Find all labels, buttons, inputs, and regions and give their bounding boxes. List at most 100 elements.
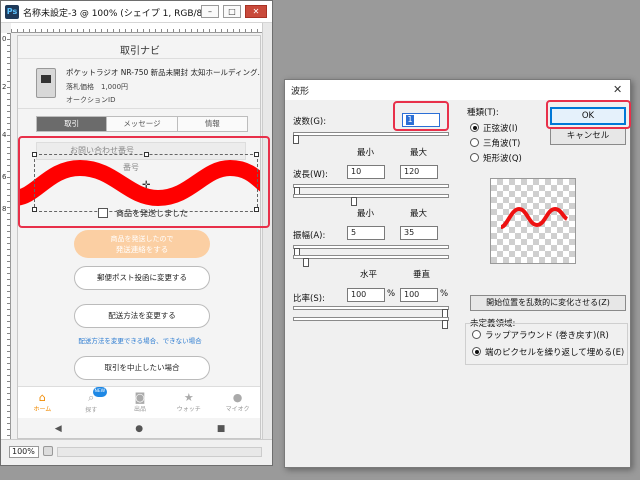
- type-triangle-radio[interactable]: [470, 138, 479, 147]
- new-badge: NEW: [92, 387, 107, 397]
- divider: [18, 58, 260, 59]
- type-label: 種類(T):: [467, 108, 499, 118]
- generators-slider[interactable]: [293, 132, 449, 136]
- zoom-level-field[interactable]: 100%: [9, 446, 39, 458]
- maximize-icon[interactable]: □: [223, 5, 241, 18]
- percent-unit: %: [387, 289, 396, 299]
- shipping-help-link[interactable]: 配送方法を変更できる場合、できない場合: [18, 335, 260, 345]
- wave-dialog: 波形 ✕ 波数(G): 1 最小 最大 波長(W): 10 120 最小 最大 …: [284, 79, 631, 468]
- bottom-tabbar: ⌂ ホーム NEW ⌕ 探す ◙ 出品 ★ ウォッチ ● マイオク: [18, 386, 260, 418]
- amplitude-max-slider[interactable]: [293, 255, 449, 259]
- camera-icon: ◙: [134, 391, 146, 404]
- person-icon: ●: [232, 391, 243, 404]
- type-square-label: 矩形波(Q): [483, 154, 522, 164]
- repeat-edge-radio[interactable]: [472, 347, 481, 356]
- scale-vertical-thumb[interactable]: [442, 320, 448, 329]
- tabbar-label: ホーム: [33, 406, 52, 413]
- star-icon: ★: [183, 391, 194, 404]
- photoshop-icon: Ps: [5, 5, 19, 19]
- page-title: 取引ナビ: [120, 46, 160, 57]
- shipping-notice-button[interactable]: 商品を発送したので 発送連絡をする: [74, 230, 210, 258]
- notice-button-line1: 商品を発送したので: [110, 235, 174, 243]
- wavelength-label: 波長(W):: [293, 170, 328, 180]
- document-titlebar[interactable]: Ps 名称未設定-3 @ 100% (シェイプ 1, RGB/8) – □ ✕: [1, 1, 272, 23]
- scale-horizontal-slider[interactable]: [293, 306, 449, 310]
- wrap-around-radio[interactable]: [472, 330, 481, 339]
- recent-apps-icon[interactable]: ■: [217, 424, 226, 434]
- tabbar-label: 出品: [133, 406, 146, 413]
- divider: [18, 108, 260, 109]
- scale-horizontal-input[interactable]: 100: [347, 288, 385, 302]
- randomize-button[interactable]: 開始位置を乱数的に変化させる(Z): [470, 295, 626, 311]
- percent-unit: %: [440, 289, 449, 299]
- wavelength-max-slider[interactable]: [293, 194, 449, 198]
- doc-info-icon[interactable]: [43, 446, 53, 456]
- type-sine-label: 正弦波(I): [483, 124, 518, 134]
- ruler-number: 2: [2, 83, 7, 91]
- amplitude-min-slider[interactable]: [293, 245, 449, 249]
- document-window: Ps 名称未設定-3 @ 100% (シェイプ 1, RGB/8) – □ ✕ …: [0, 0, 273, 466]
- document-canvas[interactable]: 取引ナビ ポケットラジオ NR-750 新品未開封 太知ホールディング... 落…: [17, 35, 261, 439]
- amplitude-min-input[interactable]: 5: [347, 226, 385, 240]
- amplitude-label: 振幅(A):: [293, 231, 326, 241]
- preview-wave: [500, 206, 569, 229]
- dialog-title: 波形: [291, 87, 310, 97]
- amplitude-max-input[interactable]: 35: [400, 226, 438, 240]
- tabbar-item-home[interactable]: ⌂ ホーム: [18, 387, 67, 418]
- highlight-wave-box: [18, 136, 270, 228]
- wave-preview: [490, 178, 576, 264]
- tabbar-item-watch[interactable]: ★ ウォッチ: [164, 387, 213, 418]
- vertical-scrollbar[interactable]: [262, 23, 272, 439]
- scale-vertical-input[interactable]: 100: [400, 288, 438, 302]
- type-sine-radio[interactable]: [470, 123, 479, 132]
- home-button-icon[interactable]: ●: [135, 424, 143, 434]
- tabbar-item-myauction[interactable]: ● マイオク: [213, 387, 260, 418]
- horizontal-header: 水平: [360, 270, 378, 280]
- trade-tabs: 取引 メッセージ 情報: [36, 116, 248, 132]
- ruler-number: 6: [2, 173, 7, 181]
- tab-message[interactable]: メッセージ: [106, 117, 177, 131]
- amplitude-max-thumb[interactable]: [303, 258, 309, 267]
- horizontal-scrollbar[interactable]: [57, 447, 262, 457]
- highlight-generators-box: [393, 101, 449, 131]
- dialog-titlebar[interactable]: 波形 ✕: [285, 80, 630, 100]
- close-icon[interactable]: ✕: [245, 5, 267, 18]
- scale-label: 比率(S):: [293, 294, 325, 304]
- tab-info[interactable]: 情報: [176, 117, 247, 131]
- change-shipping-button[interactable]: 配送方法を変更する: [74, 304, 210, 328]
- min-header: 最小: [357, 209, 375, 219]
- generators-slider-thumb[interactable]: [293, 135, 299, 144]
- ruler-number: 0: [2, 35, 7, 43]
- wavelength-min-input[interactable]: 10: [347, 165, 385, 179]
- tabbar-label: マイオク: [225, 406, 250, 413]
- max-header: 最大: [410, 209, 428, 219]
- status-bar: 100%: [1, 439, 272, 465]
- minimize-icon[interactable]: –: [201, 5, 219, 18]
- horizontal-ruler: [11, 23, 262, 33]
- home-icon: ⌂: [38, 391, 46, 404]
- tabbar-label: ウォッチ: [176, 406, 201, 413]
- wavelength-min-slider[interactable]: [293, 184, 449, 188]
- ruler-number: 8: [2, 205, 7, 213]
- tab-trade[interactable]: 取引: [37, 117, 107, 131]
- tabbar-item-sell[interactable]: ◙ 出品: [116, 387, 165, 418]
- document-title: 名称未設定-3 @ 100% (シェイプ 1, RGB/8): [23, 9, 206, 19]
- wrap-around-label: ラップアラウンド (巻き戻す)(R): [485, 331, 609, 341]
- cancel-trade-button[interactable]: 取引を中止したい場合: [74, 356, 210, 380]
- type-triangle-label: 三角波(T): [483, 139, 521, 149]
- type-square-radio[interactable]: [470, 153, 479, 162]
- undefined-areas-group: ラップアラウンド (巻き戻す)(R) 端のピクセルを繰り返して埋める(E): [465, 323, 628, 365]
- tabbar-item-search[interactable]: NEW ⌕ 探す: [67, 387, 116, 418]
- change-to-post-button[interactable]: 郵便ポスト投函に変更する: [74, 266, 210, 290]
- product-price: 落札価格 1,000円: [66, 83, 129, 91]
- product-thumbnail: [36, 68, 56, 98]
- generators-label: 波数(G):: [293, 117, 327, 127]
- close-icon[interactable]: ✕: [613, 83, 622, 96]
- product-title: ポケットラジオ NR-750 新品未開封 太知ホールディング...: [66, 68, 261, 77]
- repeat-edge-label: 端のピクセルを繰り返して埋める(E): [485, 348, 625, 358]
- wavelength-max-input[interactable]: 120: [400, 165, 438, 179]
- wavelength-max-thumb[interactable]: [351, 197, 357, 206]
- scale-vertical-slider[interactable]: [293, 317, 449, 321]
- back-icon[interactable]: ◀: [55, 424, 62, 434]
- cancel-button[interactable]: キャンセル: [550, 127, 626, 145]
